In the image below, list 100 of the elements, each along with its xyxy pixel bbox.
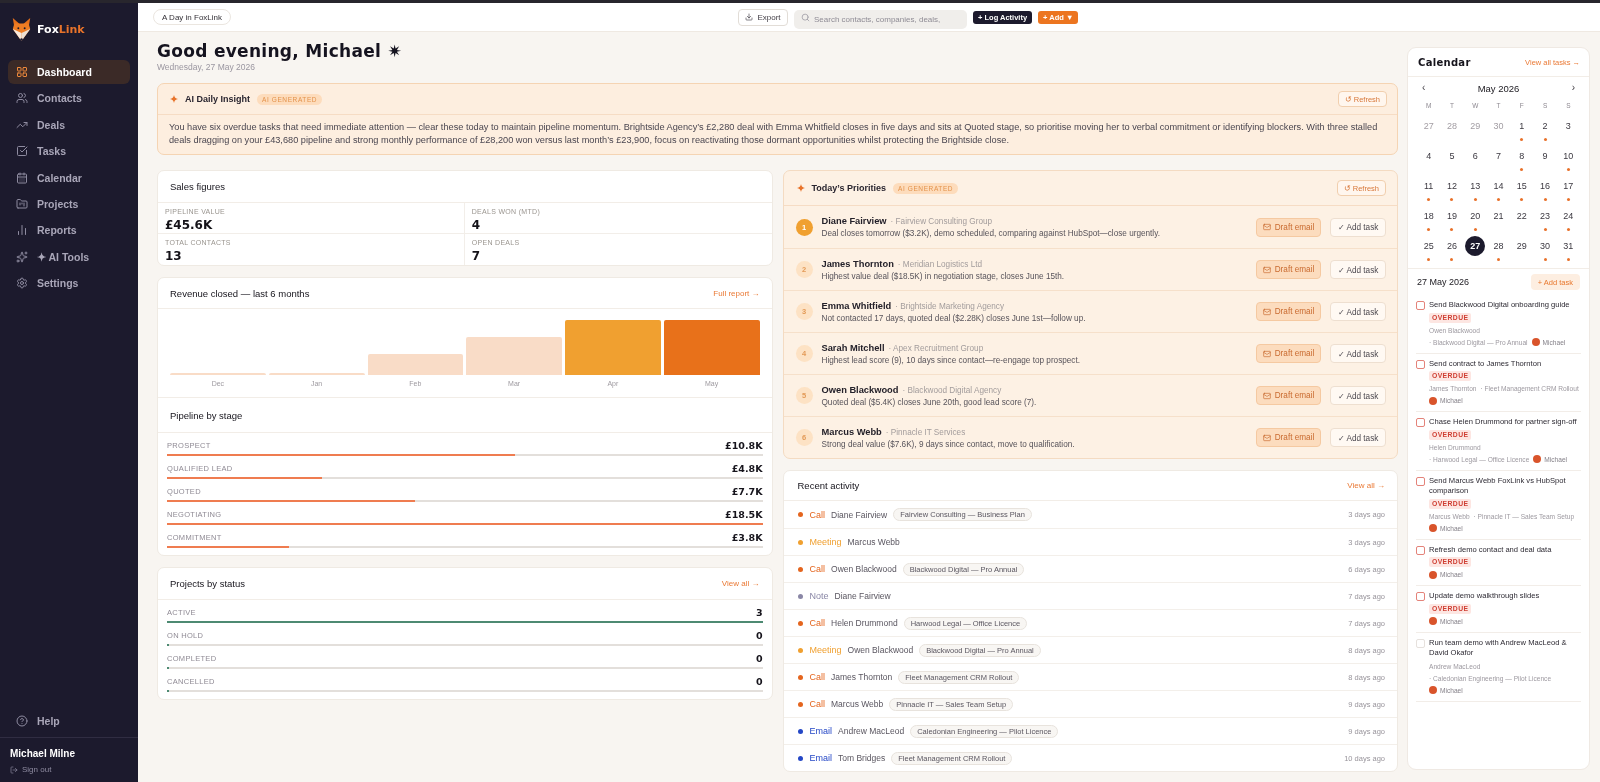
day-button[interactable]: 19 — [1441, 206, 1462, 226]
day-button[interactable]: 5 — [1441, 146, 1462, 166]
task-checkbox[interactable] — [1416, 359, 1425, 369]
stage-value: £4.8K — [731, 462, 763, 474]
avatar-icon — [1429, 686, 1437, 694]
sign-out-link[interactable]: Sign out — [10, 765, 52, 775]
day-button[interactable]: 15 — [1511, 176, 1532, 196]
contact-name: Diane Fairview — [834, 591, 891, 601]
status-count: 0 — [755, 652, 763, 664]
nav-item[interactable]: Contacts — [8, 86, 130, 111]
day-button[interactable]: 25 — [1418, 236, 1439, 256]
nav-item[interactable]: ✦ AI Tools — [8, 244, 130, 269]
settings-icon — [16, 277, 28, 290]
add-task-button[interactable]: ✓ Add task — [1330, 217, 1386, 237]
stat-value: 4 — [471, 218, 481, 233]
task-checkbox[interactable] — [1416, 592, 1425, 601]
users-icon — [16, 92, 28, 105]
brand-name: FoxLink — [37, 23, 85, 36]
company-name: · Blackwood Digital Agency — [902, 385, 1002, 395]
day-button[interactable]: 4 — [1418, 146, 1439, 166]
stat-value: 13 — [165, 249, 182, 264]
company-name: · Fairview Consulting Group — [890, 217, 993, 226]
add-task-button[interactable]: ✓ Add task — [1330, 428, 1386, 447]
help-icon — [16, 715, 28, 727]
priority-note: Highest lead score (9), 10 days since contact—re-engage top prospect. — [821, 355, 1080, 365]
nav-item[interactable]: Settings — [8, 271, 130, 296]
task-checkbox[interactable] — [1416, 301, 1425, 310]
day-button[interactable]: 26 — [1441, 236, 1462, 256]
date-text: Wednesday, 27 May 2026 — [157, 62, 255, 73]
help-link[interactable]: Help — [8, 709, 130, 733]
priority-note: Quoted deal ($5.4K) closes June 20th, good lead score (7). — [821, 397, 1037, 407]
greeting-title: Good evening, Michael ✷ — [157, 41, 402, 62]
day-button[interactable]: 7 — [1488, 146, 1509, 166]
activity-type: Meeting — [809, 645, 842, 655]
add-task-button[interactable]: ✓ Add task — [1330, 386, 1386, 405]
stage-value: £7.7K — [731, 485, 763, 497]
search-field[interactable]: Search contacts, companies, deals, — [794, 9, 967, 29]
sparkle-icon — [170, 95, 178, 103]
nav-item[interactable]: Projects — [8, 191, 130, 216]
add-task-button[interactable]: ✓ Add task — [1330, 302, 1386, 321]
day-button[interactable]: 24 — [1558, 206, 1579, 226]
day-button[interactable]: 12 — [1441, 176, 1462, 196]
day-button[interactable]: 21 — [1488, 206, 1509, 226]
add-task-button[interactable]: ✓ Add task — [1330, 344, 1386, 363]
card-title: Sales figures — [170, 181, 225, 192]
selected-date: 27 May 2026 — [1417, 277, 1470, 287]
nav-item[interactable]: Deals — [8, 112, 130, 137]
day-button[interactable]: 9 — [1535, 146, 1556, 166]
day-button[interactable]: 27 — [1465, 236, 1486, 256]
day-button[interactable]: 18 — [1418, 206, 1439, 226]
add-task-button[interactable]: ✓ Add task — [1330, 260, 1386, 279]
day-button[interactable]: 2 — [1535, 116, 1556, 136]
contact-name: Owen Blackwood — [821, 384, 899, 395]
nav-item[interactable]: Reports — [8, 218, 130, 243]
day-button[interactable]: 28 — [1488, 236, 1509, 256]
month-title: May 2026 — [1477, 82, 1520, 94]
day-button[interactable]: 23 — [1535, 206, 1556, 226]
day-button[interactable]: 17 — [1558, 176, 1579, 196]
nav-item[interactable]: Dashboard — [8, 60, 130, 84]
stat-value: 7 — [471, 249, 481, 264]
card-title: Recent activity — [797, 480, 860, 491]
prev-month-button[interactable]: ‹ — [1420, 82, 1428, 94]
status-count: 3 — [755, 606, 763, 618]
day-button[interactable]: 13 — [1465, 176, 1486, 196]
mail-icon — [1262, 349, 1271, 358]
day-button[interactable]: 3 — [1558, 116, 1579, 136]
nav-item[interactable]: Calendar — [8, 165, 130, 190]
stat-value: £45.6K — [165, 218, 213, 233]
day-button[interactable]: 29 — [1511, 236, 1532, 256]
nav-item[interactable]: Tasks — [8, 139, 130, 164]
activity-type: Call — [809, 509, 825, 520]
contact-name: Marcus Webb — [821, 426, 882, 437]
context-button[interactable]: A Day in FoxLink — [153, 9, 232, 25]
day-button[interactable]: 30 — [1535, 236, 1556, 256]
sign-out-icon — [10, 766, 18, 774]
contact-name: Diane Fairview — [831, 509, 888, 520]
day-button[interactable]: 16 — [1535, 176, 1556, 196]
sparkle-icon — [796, 184, 805, 192]
download-icon — [745, 13, 754, 21]
day-button[interactable]: 31 — [1558, 236, 1579, 256]
contact-name: Marcus Webb — [847, 537, 900, 547]
next-month-button[interactable]: › — [1569, 82, 1577, 94]
day-button[interactable]: 22 — [1511, 206, 1532, 226]
day-button[interactable]: 10 — [1558, 146, 1579, 166]
task-checkbox[interactable] — [1416, 476, 1425, 486]
task-checkbox[interactable] — [1416, 545, 1425, 555]
day-button[interactable]: 8 — [1511, 146, 1532, 166]
day-button[interactable]: 1 — [1511, 116, 1532, 136]
contact-name: Sarah Mitchell — [821, 342, 885, 353]
company-name: · Apex Recruitment Group — [888, 343, 984, 353]
day-button[interactable]: 11 — [1418, 176, 1439, 196]
export-button[interactable]: Export — [738, 8, 788, 26]
day-button[interactable]: 14 — [1488, 176, 1509, 196]
priority-note: Deal closes tomorrow ($3.2K), demo scheduled, comparing against HubSpot—close urgently. — [821, 229, 1160, 238]
status-count: 0 — [755, 629, 763, 641]
checkbox-icon — [16, 145, 28, 158]
day-button[interactable]: 20 — [1465, 206, 1486, 226]
calendar-title: Calendar — [1418, 56, 1471, 68]
day-button[interactable]: 6 — [1465, 146, 1486, 166]
task-checkbox[interactable] — [1416, 418, 1425, 427]
